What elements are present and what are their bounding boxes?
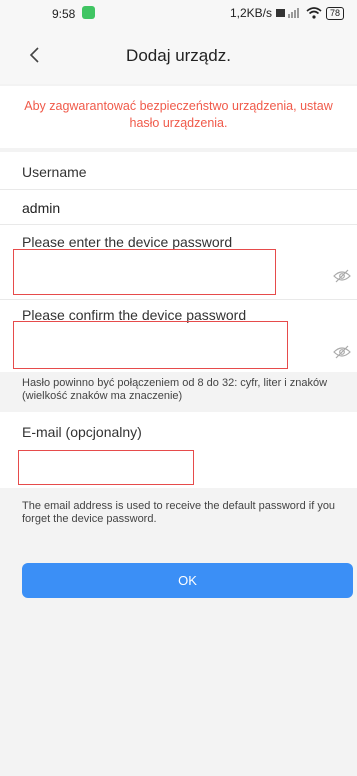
divider	[0, 224, 357, 225]
notification-badge	[82, 6, 95, 19]
status-bar: 9:58 1,2KB/s 78	[0, 0, 357, 28]
page-title: Dodaj urządz.	[126, 46, 231, 65]
warning-text: Aby zagwarantować bezpieczeństwo urządze…	[24, 99, 333, 130]
network-speed: 1,2KB/s	[229, 6, 272, 20]
email-label: E-mail (opcjonalny)	[22, 424, 142, 440]
divider	[0, 299, 357, 300]
signal-icon	[275, 8, 299, 18]
status-indicators: 1,2KB/s 78	[230, 6, 344, 20]
password-label: Please enter the device password	[22, 234, 233, 250]
battery-icon: 78	[325, 6, 344, 20]
ok-button[interactable]: OK	[22, 563, 353, 598]
security-warning: Aby zagwarantować bezpieczeństwo urządze…	[0, 86, 357, 148]
nav-bar: Dodaj urządz.	[0, 28, 357, 84]
status-time: 9:58	[52, 7, 76, 21]
username-label: Username	[22, 164, 87, 180]
email-input[interactable]	[18, 450, 194, 485]
eye-off-icon[interactable]	[333, 345, 351, 359]
password-input[interactable]	[13, 249, 276, 295]
username-value: admin	[22, 200, 61, 216]
email-hint: The email address is used to receive the…	[22, 500, 336, 525]
wifi-icon	[306, 7, 322, 19]
divider	[0, 189, 357, 190]
eye-off-icon[interactable]	[333, 269, 351, 283]
confirm-password-input[interactable]	[13, 321, 288, 369]
email-panel: E-mail (opcjonalny)	[0, 412, 357, 488]
password-hint: Hasło powinno być połączeniem od 8 do 32…	[22, 377, 328, 402]
credentials-panel: Username admin Please enter the device p…	[0, 152, 357, 372]
